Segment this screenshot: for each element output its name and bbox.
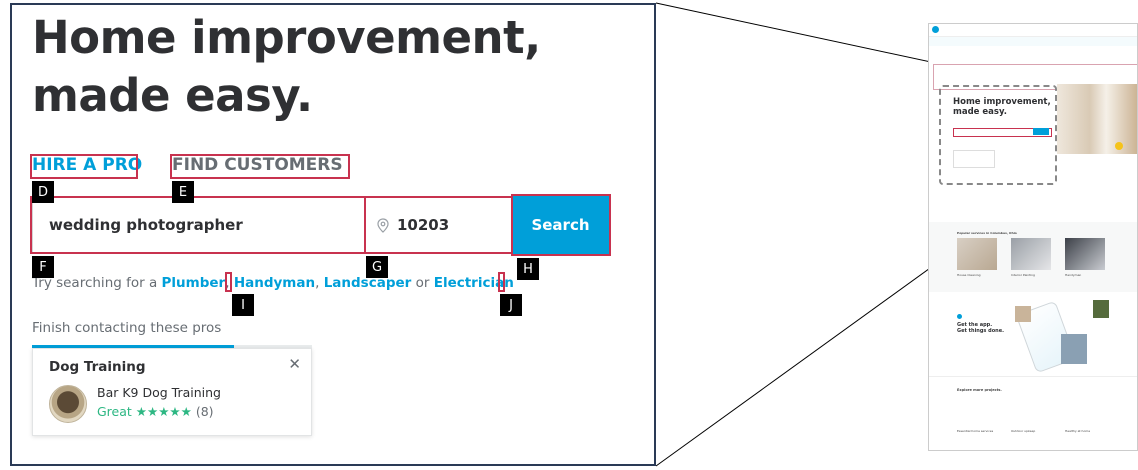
- marker-label-j: J: [500, 294, 522, 316]
- overview-service-image-1: [957, 238, 997, 270]
- marker-box-j: [498, 272, 505, 292]
- overview-dashed-focus: [939, 85, 1057, 185]
- overview-footer-3: Healthy at home: [1065, 429, 1091, 433]
- overview-hero-image: [1057, 84, 1137, 154]
- recent-pros-label: Finish contacting these pros: [32, 320, 222, 336]
- overview-service-image-3: [1065, 238, 1105, 270]
- marker-box-d: [30, 154, 138, 179]
- marker-box-g: [364, 196, 513, 254]
- overview-popular-title: Popular services in Columbus, Ohio: [957, 231, 1017, 235]
- overview-logo-icon: [932, 26, 939, 33]
- close-icon[interactable]: ✕: [288, 355, 301, 373]
- overview-hero-accent: [1115, 142, 1123, 150]
- marker-label-f: F: [32, 256, 54, 278]
- pro-name[interactable]: Bar K9 Dog Training: [97, 385, 221, 400]
- overview-service-image-2: [1011, 238, 1051, 270]
- headline-line-2: made easy.: [32, 69, 313, 122]
- marker-label-e: E: [172, 181, 194, 203]
- overview-service-label-1: House Cleaning: [957, 273, 981, 277]
- marker-label-d: D: [32, 181, 54, 203]
- headline-line-1: Home improvement,: [32, 11, 541, 64]
- suggestion-or: or: [411, 275, 434, 291]
- overview-footer-2: Outdoor upkeep: [1011, 429, 1036, 433]
- marker-box-f: [30, 196, 366, 254]
- overview-explore-title: Explore more projects.: [957, 388, 1002, 392]
- marker-label-h: H: [517, 258, 539, 280]
- suggestion-link-plumber[interactable]: Plumber: [162, 275, 226, 291]
- suggestion-link-handyman[interactable]: Handyman: [234, 275, 315, 291]
- search-suggestions: Try searching for a Plumber, Handyman, L…: [32, 275, 514, 291]
- overview-service-label-2: Interior Painting: [1011, 273, 1035, 277]
- overview-service-label-3: Handyman: [1065, 273, 1082, 277]
- overview-app-title: Get the app. Get things done.: [957, 322, 1004, 334]
- marker-box-i: [225, 272, 232, 292]
- overview-photo-3: [1061, 334, 1087, 364]
- overview-app-line-2: Get things done.: [957, 328, 1005, 334]
- star-icon: ★★★★★: [135, 404, 192, 419]
- overview-app-icon: [957, 314, 962, 319]
- marker-box-h: [511, 194, 611, 256]
- review-count: (8): [195, 404, 214, 419]
- card-title: Dog Training: [49, 359, 146, 375]
- overview-photo-2: [1093, 300, 1109, 318]
- page-headline: Home improvement, made easy.: [32, 9, 541, 125]
- pro-rating: Great ★★★★★ (8): [97, 404, 214, 419]
- marker-label-g: G: [366, 256, 388, 278]
- zoomed-search-panel: Home improvement, made easy. HIRE A PRO …: [10, 3, 656, 466]
- marker-label-i: I: [232, 294, 254, 316]
- overview-footer-1: Essential home services: [957, 429, 994, 433]
- overview-top-bar: [929, 24, 1137, 37]
- overview-banner: [929, 37, 1137, 46]
- suggestion-separator: ,: [315, 275, 324, 291]
- page-overview-thumbnail: Home improvement, made easy. Popular ser…: [928, 23, 1138, 451]
- overview-photo-1: [1015, 306, 1031, 322]
- pro-avatar: [49, 385, 87, 423]
- rating-text: Great: [97, 404, 132, 419]
- marker-box-e: [170, 154, 350, 179]
- recent-pro-card[interactable]: Dog Training ✕ Bar K9 Dog Training Great…: [32, 348, 312, 436]
